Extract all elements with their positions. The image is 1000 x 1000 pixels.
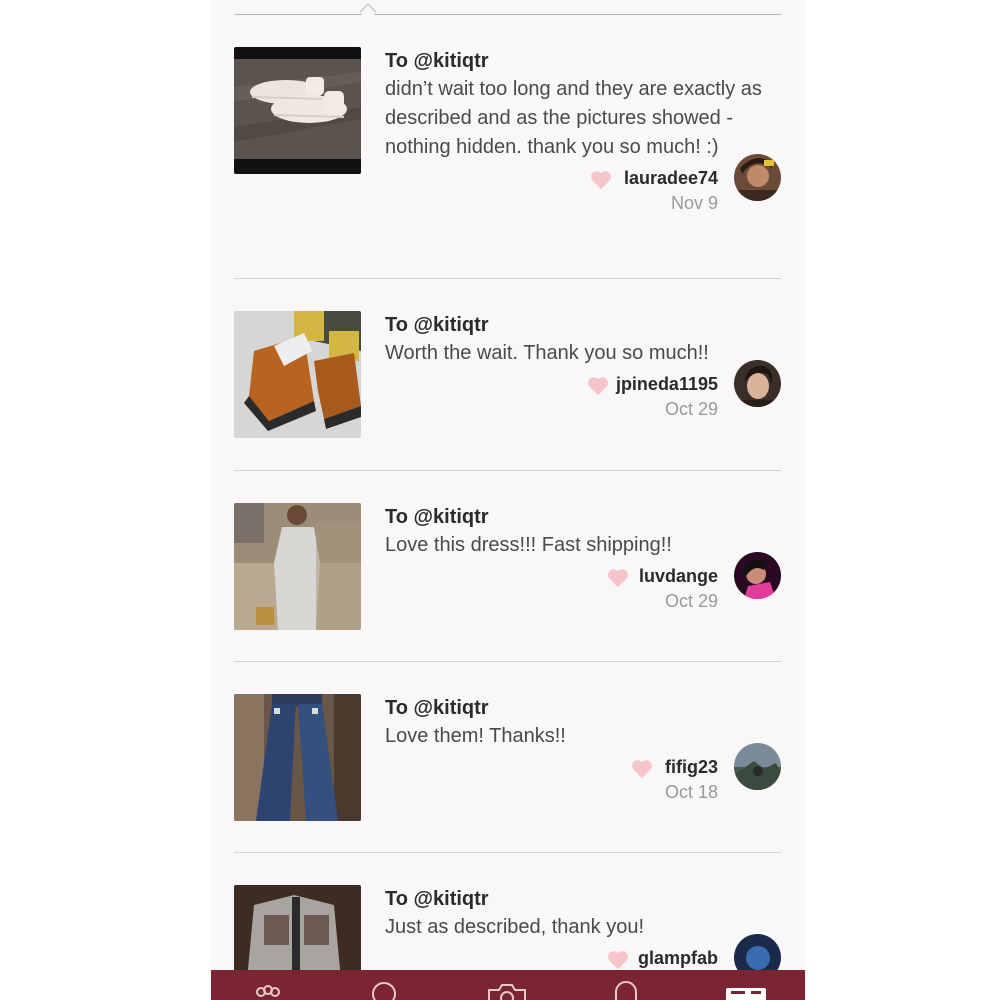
reviewer-username[interactable]: glampfab [638,948,718,969]
notifications-icon[interactable] [611,980,641,1000]
heart-icon[interactable] [587,376,609,396]
reviewer-username[interactable]: fifig23 [665,757,718,778]
review-date: Nov 9 [670,193,718,213]
heart-icon[interactable] [607,568,629,588]
reviewer-username[interactable]: jpineda1195 [616,374,718,395]
community-icon[interactable] [253,980,283,1000]
tab-indicator-caret [359,3,377,21]
camera-icon[interactable] [487,980,527,1000]
reviewer-avatar[interactable] [734,552,781,599]
review-divider [234,470,781,471]
user-avatar-icon [734,154,781,201]
feed-screen: To @kitiqtr didn’t wait too long and the… [211,0,805,1000]
jeans-photo-icon [234,694,361,821]
reviewer-avatar[interactable] [734,154,781,201]
review-photo-boots[interactable] [234,311,361,438]
review-date: Oct 29 [664,591,718,611]
user-avatar-icon [734,743,781,790]
review-photo-dress[interactable] [234,503,361,630]
user-avatar-icon [734,360,781,407]
review-recipient[interactable]: To @kitiqtr [385,503,781,531]
heart-icon[interactable] [607,950,629,970]
review-text: didn’t wait too long and they are exactl… [385,78,762,158]
sneakers-photo-icon [234,47,361,174]
review-recipient[interactable]: To @kitiqtr [385,311,781,339]
review-text: Love them! Thanks!! [385,725,566,747]
review-date: Oct 29 [664,399,718,419]
review-photo-sneakers[interactable] [234,47,361,174]
search-icon[interactable] [369,980,399,1000]
review-divider [234,661,781,662]
review-divider [234,852,781,853]
heart-icon[interactable] [631,759,653,779]
review-text: Just as described, thank you! [385,916,645,938]
review-recipient[interactable]: To @kitiqtr [385,694,781,722]
reviewer-username[interactable]: lauradee74 [624,168,718,189]
user-avatar-icon [734,552,781,599]
reviewer-username[interactable]: luvdange [639,566,718,587]
review-date: Oct 18 [664,782,718,802]
review-divider [234,278,781,279]
closet-icon[interactable] [725,980,767,1000]
top-divider [234,14,781,15]
review-photo-jeans[interactable] [234,694,361,821]
heart-icon[interactable] [590,170,612,190]
reviewer-avatar[interactable] [734,360,781,407]
review-text: Love this dress!!! Fast shipping!! [385,534,672,556]
review-recipient[interactable]: To @kitiqtr [385,885,781,913]
reviewer-avatar[interactable] [734,743,781,790]
review-recipient[interactable]: To @kitiqtr [385,47,781,75]
bottom-tab-bar [211,970,805,1000]
boots-photo-icon [234,311,361,438]
dress-photo-icon [234,503,361,630]
review-text: Worth the wait. Thank you so much!! [385,342,709,364]
